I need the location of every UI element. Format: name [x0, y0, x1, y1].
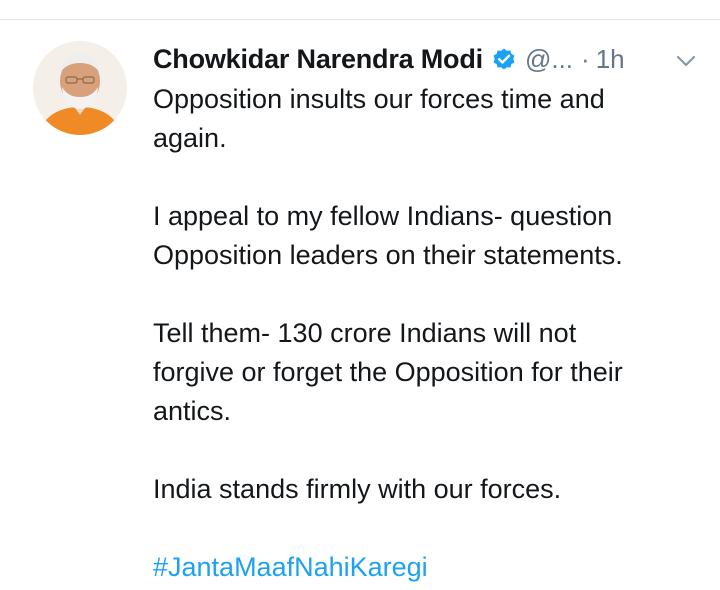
- avatar[interactable]: [33, 41, 127, 135]
- avatar-portrait-icon: [33, 41, 127, 135]
- tweet-body: Opposition insults our forces time and a…: [153, 80, 713, 587]
- tweet-timestamp[interactable]: 1h: [596, 44, 625, 75]
- tweet-paragraph: I appeal to my fellow Indians- question …: [153, 201, 623, 270]
- tweet[interactable]: Chowkidar Narendra Modi @... · 1h Opposi…: [153, 40, 713, 587]
- chevron-down-icon[interactable]: [673, 48, 699, 74]
- tweet-paragraph: India stands firmly with our forces.: [153, 474, 562, 504]
- top-divider: [0, 19, 720, 20]
- author-name[interactable]: Chowkidar Narendra Modi: [153, 44, 483, 75]
- author-handle[interactable]: @...: [525, 44, 573, 75]
- hashtag-link[interactable]: #JantaMaafNahiKaregi: [153, 548, 713, 587]
- tweet-paragraph: Opposition insults our forces time and a…: [153, 84, 605, 153]
- verified-badge-icon: [491, 46, 517, 72]
- header-separator: ·: [581, 43, 590, 74]
- tweet-header: Chowkidar Narendra Modi @... · 1h: [153, 40, 713, 78]
- tweet-paragraph: Tell them- 130 crore Indians will not fo…: [153, 318, 623, 426]
